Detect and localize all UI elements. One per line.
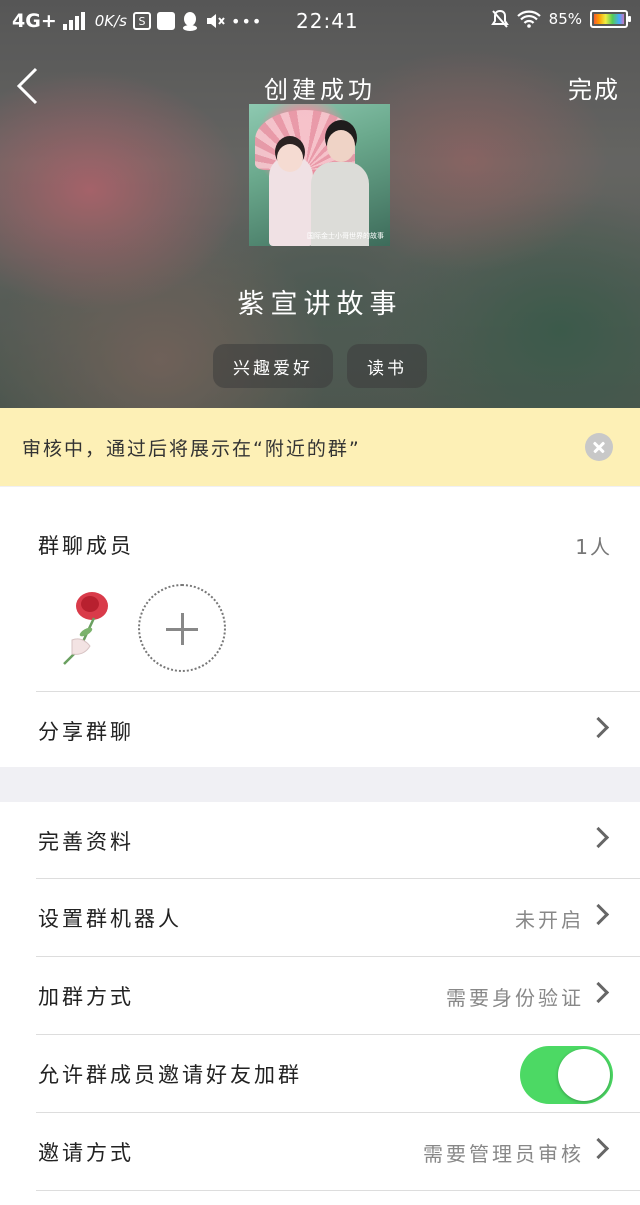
allow-invite-label: 允许群成员邀请好友加群 — [38, 1063, 302, 1087]
members-label: 群聊成员 — [38, 534, 134, 558]
mail-icon — [157, 12, 175, 30]
done-button[interactable]: 完成 — [568, 70, 620, 105]
chevron-right-icon — [587, 981, 610, 1004]
signal-icon — [62, 12, 85, 30]
group-robot-label: 设置群机器人 — [38, 907, 182, 931]
chevron-right-icon — [587, 1137, 610, 1160]
more-dots-icon: ••• — [231, 11, 263, 31]
page-title: 创建成功 — [264, 76, 376, 104]
network-type: 4G+ — [12, 10, 57, 32]
cover-caption: 国际金士小哥世界的故事 — [307, 232, 384, 240]
review-notice-text: 审核中，通过后将展示在“附近的群” — [22, 438, 361, 460]
member-avatar-rose[interactable] — [50, 588, 118, 668]
group-cover-image[interactable]: 国际金士小哥世界的故事 — [249, 104, 390, 246]
battery-icon — [590, 10, 631, 28]
group-name: 紫宣讲故事 — [237, 289, 403, 320]
share-group-label: 分享群聊 — [38, 720, 134, 744]
notification-off-icon — [490, 9, 509, 28]
group-robot-row[interactable]: 设置群机器人 未开启 — [0, 879, 640, 955]
complete-profile-row[interactable]: 完善资料 — [0, 802, 640, 878]
tag-reading[interactable]: 读书 — [347, 344, 427, 388]
status-bar: 4G+ 0K/s S ••• 22:41 85% — [0, 0, 640, 42]
network-speed: 0K/s — [94, 12, 127, 30]
chevron-right-icon — [587, 903, 610, 926]
divider — [36, 1190, 640, 1191]
members-count[interactable]: 1人 — [575, 531, 612, 560]
invite-method-row[interactable]: 邀请方式 需要管理员审核 — [0, 1113, 640, 1189]
join-method-value: 需要身份验证 — [446, 986, 584, 1010]
clock: 22:41 — [296, 9, 359, 33]
add-member-button[interactable] — [138, 584, 226, 672]
share-group-row[interactable]: 分享群聊 — [0, 692, 640, 768]
wifi-icon — [516, 10, 541, 28]
join-method-label: 加群方式 — [38, 985, 134, 1009]
battery-percent: 85% — [548, 10, 582, 28]
group-robot-value: 未开启 — [515, 908, 584, 932]
chevron-right-icon — [587, 826, 610, 849]
allow-invite-toggle[interactable] — [520, 1046, 613, 1104]
invite-method-value: 需要管理员审核 — [423, 1142, 584, 1166]
notification-s-icon: S — [133, 12, 151, 30]
close-notice-icon[interactable] — [585, 433, 613, 461]
invite-method-label: 邀请方式 — [38, 1141, 134, 1165]
join-method-row[interactable]: 加群方式 需要身份验证 — [0, 957, 640, 1033]
chevron-right-icon — [587, 716, 610, 739]
mute-icon — [207, 14, 225, 28]
review-notice-banner: 审核中，通过后将展示在“附近的群” — [0, 408, 640, 486]
tag-hobby[interactable]: 兴趣爱好 — [213, 344, 333, 388]
complete-profile-label: 完善资料 — [38, 830, 134, 854]
qq-icon — [183, 12, 197, 31]
group-tags: 兴趣爱好 读书 — [0, 344, 640, 388]
